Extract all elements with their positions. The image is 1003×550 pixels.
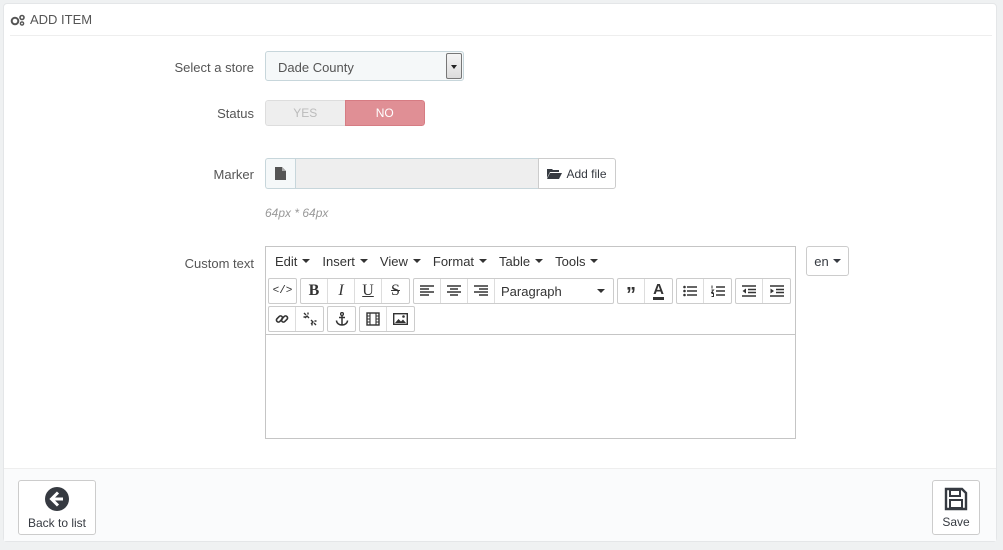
indent-icon[interactable] — [763, 279, 790, 303]
save-label: Save — [942, 514, 970, 529]
marker-size-hint: 64px * 64px — [265, 206, 329, 220]
align-center-icon[interactable] — [441, 279, 468, 303]
status-switch[interactable]: YES NO — [265, 100, 425, 126]
status-no-option[interactable]: NO — [344, 100, 425, 126]
editor-menubar: Edit Insert View Format Table Tools — [266, 247, 795, 275]
save-button[interactable]: Save — [932, 480, 980, 535]
rich-text-editor: Edit Insert View Format Table Tools </> … — [265, 246, 796, 439]
arrow-circle-left-icon — [45, 486, 69, 511]
menu-table[interactable]: Table — [493, 254, 549, 269]
store-label: Select a store — [174, 60, 255, 75]
image-icon[interactable] — [387, 307, 414, 331]
folder-open-icon — [547, 169, 563, 179]
toolbar-group-anchor — [327, 306, 356, 332]
toolbar-group-quote: ” A — [617, 278, 673, 306]
align-right-icon[interactable] — [468, 279, 495, 303]
unlink-icon[interactable] — [296, 307, 323, 331]
toolbar-group-text-style: B I U S — [300, 278, 410, 304]
toolbar-group-media — [359, 306, 415, 332]
marker-file-input[interactable] — [295, 158, 538, 189]
italic-icon[interactable]: I — [328, 279, 355, 303]
save-icon — [944, 487, 968, 510]
editor-toolbar-row-1: </> B I U S Paragraph ” A — [268, 278, 794, 306]
menu-view[interactable]: View — [374, 254, 427, 269]
blockquote-icon[interactable]: ” — [618, 279, 645, 306]
panel-heading: ADD ITEM — [10, 4, 992, 36]
chevron-down-icon[interactable] — [446, 53, 462, 79]
store-select-value: Dade County — [278, 60, 354, 75]
gears-icon — [10, 14, 25, 26]
panel-title: ADD ITEM — [30, 12, 93, 27]
bold-icon[interactable]: B — [301, 279, 328, 303]
format-dropdown-value: Paragraph — [501, 283, 562, 299]
custom-text-label: Custom text — [184, 256, 254, 271]
source-code-icon[interactable]: </> — [269, 279, 296, 303]
file-icon — [265, 158, 295, 189]
add-file-label: Add file — [566, 166, 607, 181]
toolbar-group-code: </> — [268, 278, 297, 304]
toolbar-group-lists — [676, 278, 732, 304]
strikethrough-icon[interactable]: S — [382, 279, 409, 303]
link-icon[interactable] — [269, 307, 296, 331]
back-to-list-label: Back to list — [27, 515, 87, 530]
status-yes-option[interactable]: YES — [265, 100, 345, 126]
video-icon[interactable] — [360, 307, 387, 331]
store-select[interactable]: Dade County — [265, 51, 464, 81]
menu-tools[interactable]: Tools — [549, 254, 604, 269]
menu-insert[interactable]: Insert — [316, 254, 374, 269]
language-value: en — [814, 253, 829, 269]
anchor-icon[interactable] — [328, 307, 355, 331]
marker-label: Marker — [213, 167, 254, 182]
numbered-list-icon[interactable] — [704, 279, 731, 303]
underline-icon[interactable]: U — [355, 279, 382, 303]
language-dropdown[interactable]: en — [806, 246, 849, 276]
toolbar-group-align: Paragraph — [413, 278, 614, 304]
menu-format[interactable]: Format — [427, 254, 493, 269]
align-left-icon[interactable] — [414, 279, 441, 303]
bullet-list-icon[interactable] — [677, 279, 704, 303]
menu-edit[interactable]: Edit — [269, 254, 316, 269]
toolbar-group-indent — [735, 278, 791, 304]
back-to-list-button[interactable]: Back to list — [18, 480, 96, 535]
add-file-button[interactable]: Add file — [538, 158, 616, 189]
add-item-panel: ADD ITEM Select a store Dade County Stat… — [3, 3, 997, 542]
outdent-icon[interactable] — [736, 279, 763, 303]
marker-file-upload: Add file — [265, 158, 616, 189]
editor-content-area[interactable] — [266, 334, 795, 438]
toolbar-group-links — [268, 306, 324, 332]
editor-toolbar-row-2 — [268, 306, 418, 332]
status-label: Status — [217, 106, 254, 121]
format-dropdown[interactable]: Paragraph — [495, 279, 613, 303]
text-color-icon[interactable]: A — [645, 279, 672, 303]
panel-footer: Back to list Save — [4, 468, 996, 541]
